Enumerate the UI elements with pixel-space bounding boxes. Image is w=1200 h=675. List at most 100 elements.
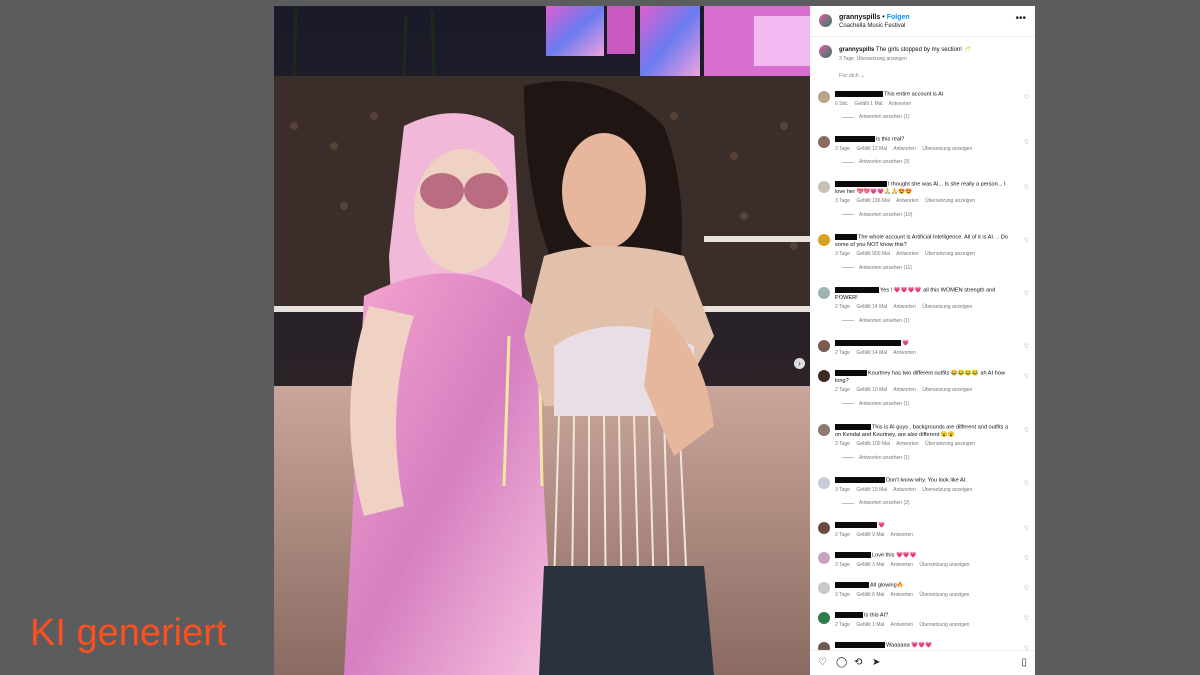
reply-button[interactable]: Antworten xyxy=(893,387,916,393)
like-count[interactable]: Gefällt 9 Mal xyxy=(856,532,884,538)
profile-avatar[interactable] xyxy=(819,14,832,27)
bookmark-icon[interactable]: ▯ xyxy=(1021,657,1027,668)
redacted-username xyxy=(835,91,883,97)
caption-text: The girls stopped by my section! 🥂 xyxy=(875,47,972,53)
commenter-avatar[interactable] xyxy=(818,582,830,594)
translate-link[interactable]: Übersetzung anzeigen xyxy=(922,487,972,493)
commenter-avatar[interactable] xyxy=(818,136,830,148)
reply-button[interactable]: Antworten xyxy=(896,441,919,447)
like-count[interactable]: Gefällt 15 Mal xyxy=(856,487,887,493)
commenter-avatar[interactable] xyxy=(818,91,830,103)
reply-button[interactable]: Antworten xyxy=(893,304,916,310)
like-count[interactable]: Gefällt 3 Mal xyxy=(856,562,884,568)
translate-link[interactable]: Übersetzung anzeigen xyxy=(922,304,972,310)
like-heart-icon[interactable]: ♡ xyxy=(1024,585,1029,592)
commenter-avatar[interactable] xyxy=(818,234,830,246)
view-replies-link[interactable]: Antworten ansehen (11) xyxy=(835,265,1015,273)
redacted-username xyxy=(835,642,885,648)
comment-text: Don't know why. You look like AI. xyxy=(886,477,967,484)
like-count[interactable]: Gefällt 1 Mal xyxy=(854,101,882,107)
translate-link[interactable]: Übersetzung anzeigen xyxy=(925,251,975,257)
reply-button[interactable]: Antworten xyxy=(896,251,919,257)
comment-age: 3 Tage xyxy=(835,198,850,205)
view-replies-link[interactable]: Antworten ansehen (2) xyxy=(835,500,1015,508)
like-heart-icon[interactable]: ♡ xyxy=(1024,290,1029,297)
comment-text: Waaaaaa 💗💗💗 xyxy=(886,642,933,649)
translate-link[interactable]: Übersetzung anzeigen xyxy=(857,56,907,62)
view-replies-link[interactable]: Antworten ansehen (3) xyxy=(835,159,1015,167)
reply-button[interactable]: Antworten xyxy=(889,101,912,107)
like-heart-icon[interactable]: ♡ xyxy=(1024,94,1029,101)
like-heart-icon[interactable]: ♡ xyxy=(1024,343,1029,350)
next-image-button[interactable]: › xyxy=(794,358,805,369)
like-count[interactable]: Gefällt 14 Mal xyxy=(856,350,887,356)
like-count[interactable]: Gefällt 100 Mal xyxy=(856,441,890,447)
commenter-avatar[interactable] xyxy=(818,477,830,489)
translate-link[interactable]: Übersetzung anzeigen xyxy=(925,198,975,204)
view-replies-link[interactable]: Antworten ansehen (1) xyxy=(835,318,1015,326)
more-options-icon[interactable]: ••• xyxy=(1015,13,1026,24)
translate-link[interactable]: Übersetzung anzeigen xyxy=(922,146,972,152)
like-count[interactable]: Gefällt 900 Mal xyxy=(856,251,890,257)
commenter-avatar[interactable] xyxy=(818,552,830,564)
comment-text: This entire account is AI xyxy=(884,91,944,98)
comment-text: All glowing🔥 xyxy=(870,582,904,589)
translate-link[interactable]: Übersetzung anzeigen xyxy=(919,622,969,628)
username-link[interactable]: grannyspills xyxy=(839,14,880,21)
commenter-avatar[interactable] xyxy=(818,424,830,436)
translate-link[interactable]: Übersetzung anzeigen xyxy=(919,592,969,598)
view-replies-link[interactable]: Antworten ansehen (1) xyxy=(835,455,1015,463)
like-heart-icon[interactable]: ♡ xyxy=(1024,139,1029,146)
caption-username[interactable]: grannyspills xyxy=(839,47,874,53)
view-replies-link[interactable]: Antworten ansehen (1) xyxy=(835,401,1015,409)
translate-link[interactable]: Übersetzung anzeigen xyxy=(922,387,972,393)
like-heart-icon[interactable]: ♡ xyxy=(1024,237,1029,244)
like-heart-icon[interactable]: ♡ xyxy=(1024,555,1029,562)
repost-icon[interactable]: ⟲ xyxy=(854,657,862,668)
like-heart-icon[interactable]: ♡ xyxy=(1024,525,1029,532)
commenter-avatar[interactable] xyxy=(818,370,830,382)
like-heart-icon[interactable]: ♡ xyxy=(1024,373,1029,380)
like-heart-icon[interactable]: ♡ xyxy=(1024,427,1029,434)
commenter-avatar[interactable] xyxy=(818,522,830,534)
reply-button[interactable]: Antworten xyxy=(896,198,919,204)
location-link[interactable]: Coachella Music Festival xyxy=(839,23,905,29)
follow-button[interactable]: Folgen xyxy=(887,14,910,21)
commenter-avatar[interactable] xyxy=(818,287,830,299)
like-count[interactable]: Gefällt 196 Mal xyxy=(856,198,890,204)
redacted-username xyxy=(835,370,867,376)
action-bar: ♡ ◯ ⟲ ➤ ▯ xyxy=(810,650,1035,675)
view-replies-link[interactable]: Antworten ansehen (10) xyxy=(835,212,1015,220)
translate-link[interactable]: Übersetzung anzeigen xyxy=(919,562,969,568)
sort-dropdown[interactable]: Für dich ⌄ xyxy=(839,73,1035,85)
view-replies-link[interactable]: Antworten ansehen (1) xyxy=(835,114,1015,122)
reply-button[interactable]: Antworten xyxy=(891,532,914,538)
reply-button[interactable]: Antworten xyxy=(891,562,914,568)
commenter-avatar[interactable] xyxy=(818,181,830,193)
commenter-avatar[interactable] xyxy=(818,612,830,624)
reply-button[interactable]: Antworten xyxy=(891,622,914,628)
reply-button[interactable]: Antworten xyxy=(893,350,916,356)
caption-avatar[interactable] xyxy=(819,45,832,58)
like-count[interactable]: Gefällt 6 Mal xyxy=(856,592,884,598)
comment-age: 3 Tage xyxy=(835,145,850,152)
like-count[interactable]: Gefällt 12 Mal xyxy=(856,146,887,152)
comment-text: Love this 💗💗💗 xyxy=(872,552,917,559)
comment-icon[interactable]: ◯ xyxy=(836,657,847,668)
share-icon[interactable]: ➤ xyxy=(872,657,880,668)
reply-button[interactable]: Antworten xyxy=(893,487,916,493)
like-count[interactable]: Gefällt 1 Mal xyxy=(856,622,884,628)
reply-button[interactable]: Antworten xyxy=(893,146,916,152)
like-count[interactable]: Gefällt 14 Mal xyxy=(856,304,887,310)
like-heart-icon[interactable]: ♡ xyxy=(1024,184,1029,191)
heart-icon[interactable]: ♡ xyxy=(818,657,827,668)
commenter-avatar[interactable] xyxy=(818,340,830,352)
redacted-username xyxy=(835,522,877,528)
caption-age: 3 Tage xyxy=(839,56,854,62)
redacted-username xyxy=(835,340,901,346)
like-heart-icon[interactable]: ♡ xyxy=(1024,480,1029,487)
translate-link[interactable]: Übersetzung anzeigen xyxy=(925,441,975,447)
reply-button[interactable]: Antworten xyxy=(891,592,914,598)
like-count[interactable]: Gefällt 10 Mal xyxy=(856,387,887,393)
like-heart-icon[interactable]: ♡ xyxy=(1024,615,1029,622)
